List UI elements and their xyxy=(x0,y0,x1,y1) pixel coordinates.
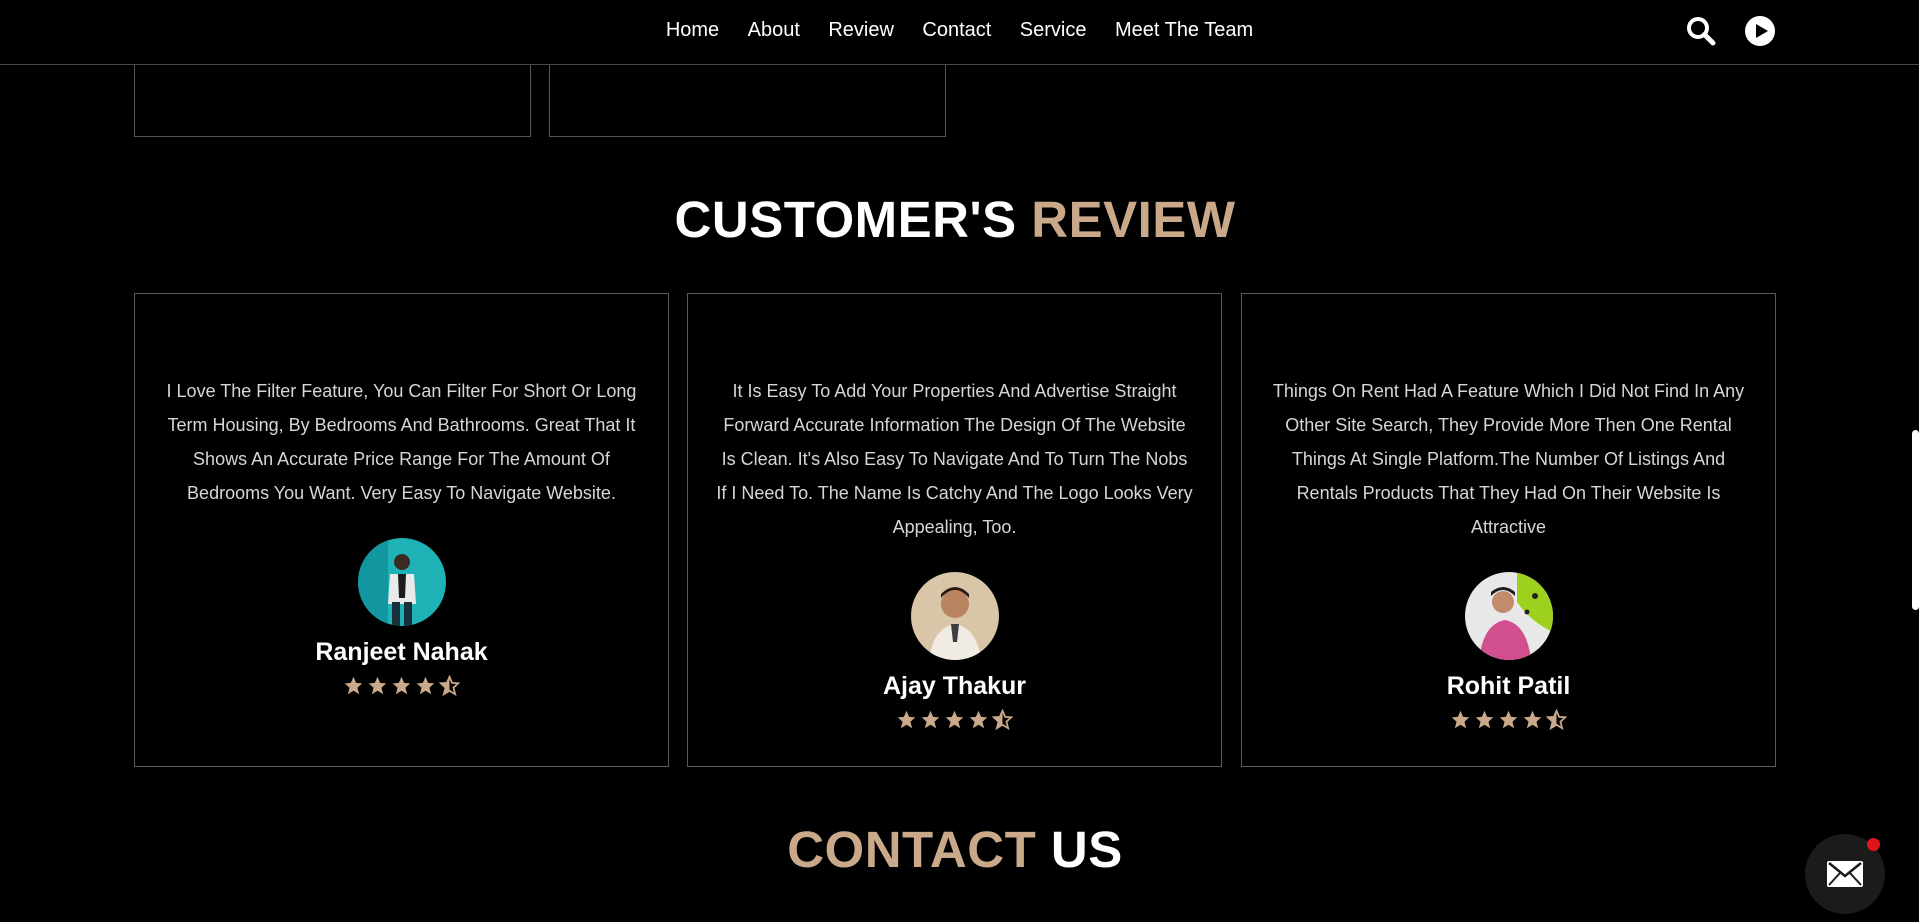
avatar xyxy=(1464,572,1553,660)
nav-link-about[interactable]: About xyxy=(748,19,800,42)
review-text: It Is Easy To Add Your Properties And Ad… xyxy=(716,381,1193,537)
previous-section-card xyxy=(549,65,946,137)
star-half-icon xyxy=(439,675,460,696)
review-card: I Love The Filter Feature, You Can Filte… xyxy=(134,293,669,767)
nav-link-meet-the-team[interactable]: Meet The Team xyxy=(1115,19,1253,42)
contact-title-main: US xyxy=(1050,821,1123,878)
star-icon xyxy=(416,676,435,695)
star-icon xyxy=(921,710,940,729)
star-icon xyxy=(897,710,916,729)
reviewer-name: Rohit Patil xyxy=(1446,672,1571,700)
review-card: It Is Easy To Add Your Properties And Ad… xyxy=(687,293,1222,767)
search-icon[interactable] xyxy=(1685,15,1717,47)
reviewer-name: Ajay Thakur xyxy=(882,672,1027,700)
contact-title-accent: CONTACT xyxy=(787,821,1037,878)
review-title-accent: REVIEW xyxy=(1031,191,1236,248)
star-rating xyxy=(1242,709,1775,730)
review-card: Things On Rent Had A Feature Which I Did… xyxy=(1241,293,1776,767)
envelope-icon xyxy=(1827,861,1863,887)
review-section-title: CUSTOMER'S REVIEW xyxy=(0,190,1910,249)
contact-section-title: CONTACT US xyxy=(0,820,1910,879)
play-icon[interactable] xyxy=(1744,15,1776,47)
review-title-main: CUSTOMER'S xyxy=(674,191,1017,248)
avatar xyxy=(910,572,999,660)
star-half-icon xyxy=(992,709,1013,730)
star-icon xyxy=(1475,710,1494,729)
notification-dot xyxy=(1867,838,1880,851)
review-text: I Love The Filter Feature, You Can Filte… xyxy=(166,381,637,503)
star-icon xyxy=(969,710,988,729)
nav-link-review[interactable]: Review xyxy=(828,19,894,42)
scrollbar-thumb[interactable] xyxy=(1912,430,1919,610)
star-icon xyxy=(1523,710,1542,729)
star-half-icon xyxy=(1546,709,1567,730)
nav-link-service[interactable]: Service xyxy=(1020,19,1087,42)
top-navbar: Home About Review Contact Service Meet T… xyxy=(0,0,1919,65)
previous-section-card xyxy=(134,65,531,137)
review-text: Things On Rent Had A Feature Which I Did… xyxy=(1272,381,1745,537)
star-icon xyxy=(1451,710,1470,729)
star-icon xyxy=(368,676,387,695)
star-rating xyxy=(688,709,1221,730)
star-icon xyxy=(344,676,363,695)
nav-link-contact[interactable]: Contact xyxy=(922,19,991,42)
avatar xyxy=(357,538,446,626)
nav-link-home[interactable]: Home xyxy=(666,19,719,42)
nav-links: Home About Review Contact Service Meet T… xyxy=(0,19,1919,42)
star-icon xyxy=(945,710,964,729)
star-rating xyxy=(135,675,668,696)
reviewer-name: Ranjeet Nahak xyxy=(315,638,488,666)
star-icon xyxy=(1499,710,1518,729)
star-icon xyxy=(392,676,411,695)
